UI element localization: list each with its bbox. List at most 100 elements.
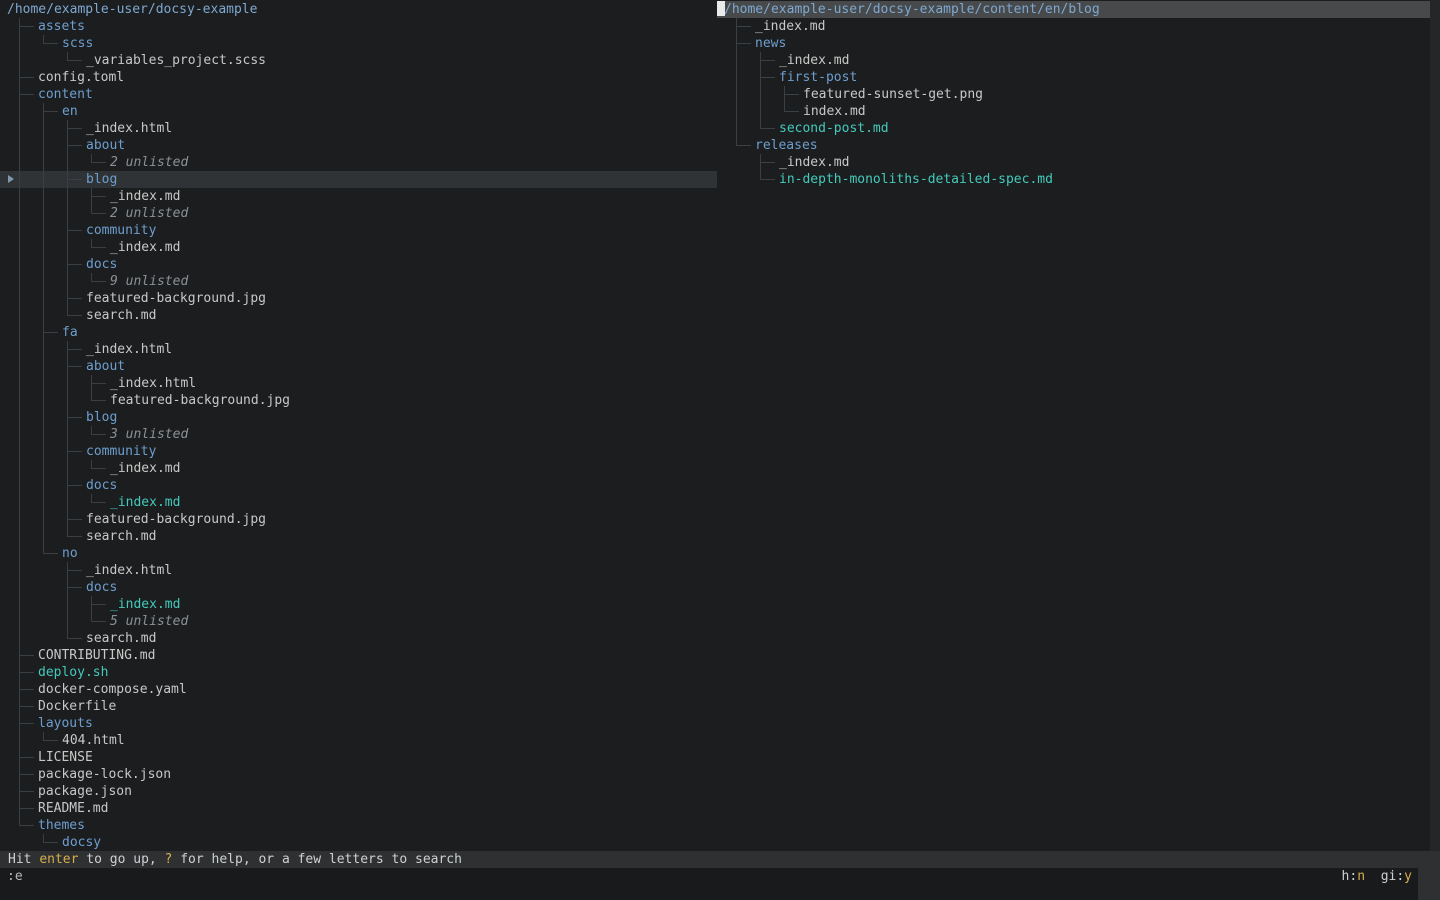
- entry-name: 5 unlisted: [110, 613, 188, 630]
- tree-guide: [20, 825, 34, 826]
- tree-row-unlisted[interactable]: 5 unlisted: [0, 613, 717, 630]
- tree-row[interactable]: _index.md: [0, 239, 717, 256]
- tree-row[interactable]: community: [0, 443, 717, 460]
- tree-guide: [43, 511, 44, 528]
- tree-row[interactable]: in-depth-monoliths-detailed-spec.md: [717, 171, 1440, 188]
- entry-name: search.md: [86, 528, 156, 545]
- tree-row[interactable]: docs: [0, 477, 717, 494]
- tree-row[interactable]: _index.html: [0, 341, 717, 358]
- tree-row[interactable]: _index.md: [0, 460, 717, 477]
- command-input[interactable]: :e h:n gi:y: [0, 868, 1418, 900]
- tree-row[interactable]: config.toml: [0, 69, 717, 86]
- tree-row[interactable]: themes: [0, 817, 717, 834]
- entry-name: no: [62, 545, 78, 562]
- tree-row[interactable]: README.md: [0, 800, 717, 817]
- tree-row[interactable]: _index.html: [0, 562, 717, 579]
- tree-row[interactable]: blog: [0, 171, 717, 188]
- tree-row[interactable]: content: [0, 86, 717, 103]
- tree-row[interactable]: featured-background.jpg: [0, 392, 717, 409]
- entry-name: about: [86, 137, 125, 154]
- tree-guide: [92, 281, 106, 282]
- tree-guide: [92, 621, 106, 622]
- tree-row[interactable]: CONTRIBUTING.md: [0, 647, 717, 664]
- tree-row[interactable]: docs: [0, 579, 717, 596]
- tree-guide: [67, 154, 68, 171]
- tree-row[interactable]: layouts: [0, 715, 717, 732]
- tree-row[interactable]: _index.html: [0, 375, 717, 392]
- tree-guide: [19, 579, 20, 596]
- tree-row[interactable]: docker-compose.yaml: [0, 681, 717, 698]
- tree-guide: [20, 77, 34, 78]
- entry-name: releases: [755, 137, 818, 154]
- tree-guide: [736, 103, 737, 120]
- tree-row[interactable]: _variables_project.scss: [0, 52, 717, 69]
- tree-guide: [67, 375, 68, 392]
- panel-root-path[interactable]: /home/example-user/docsy-example: [0, 1, 717, 18]
- tree-row[interactable]: _index.md: [0, 494, 717, 511]
- tree-row[interactable]: second-post.md: [717, 120, 1440, 137]
- tree-row[interactable]: assets: [0, 18, 717, 35]
- tree-guide: [19, 460, 20, 477]
- panel-root-path-active[interactable]: /home/example-user/docsy-example/content…: [717, 1, 1430, 18]
- tree-row[interactable]: search.md: [0, 528, 717, 545]
- tree-guide: [92, 213, 106, 214]
- tree-row[interactable]: index.md: [717, 103, 1440, 120]
- tree-row-unlisted[interactable]: 2 unlisted: [0, 205, 717, 222]
- tree-guide: [20, 808, 34, 809]
- tree-row[interactable]: _index.md: [717, 52, 1440, 69]
- tree-row[interactable]: 404.html: [0, 732, 717, 749]
- entry-name: scss: [62, 35, 93, 52]
- tree-guide: [736, 69, 737, 86]
- tree-row[interactable]: fa: [0, 324, 717, 341]
- tree-row[interactable]: docs: [0, 256, 717, 273]
- tree-row[interactable]: first-post: [717, 69, 1440, 86]
- entry-name: assets: [38, 18, 85, 35]
- tree-row[interactable]: featured-background.jpg: [0, 290, 717, 307]
- tree-row[interactable]: _index.md: [0, 596, 717, 613]
- tree-row-unlisted[interactable]: 3 unlisted: [0, 426, 717, 443]
- tree-row[interactable]: news: [717, 35, 1440, 52]
- tree-row[interactable]: _index.md: [0, 188, 717, 205]
- tree-row[interactable]: search.md: [0, 630, 717, 647]
- tree-guide: [761, 128, 775, 129]
- tree-row[interactable]: releases: [717, 137, 1440, 154]
- tree-guide: [92, 196, 106, 197]
- entry-name: featured-background.jpg: [86, 511, 266, 528]
- tree-row[interactable]: package-lock.json: [0, 766, 717, 783]
- tree-row[interactable]: featured-background.jpg: [0, 511, 717, 528]
- tree-row[interactable]: _index.md: [717, 18, 1440, 35]
- tree-guide: [67, 613, 68, 630]
- entry-name: docs: [86, 579, 117, 596]
- tree-row[interactable]: search.md: [0, 307, 717, 324]
- tree-row[interactable]: no: [0, 545, 717, 562]
- tree-row[interactable]: blog: [0, 409, 717, 426]
- tree-row[interactable]: _index.html: [0, 120, 717, 137]
- tree-guide: [19, 477, 20, 494]
- mode-flags: h:n gi:y: [1342, 868, 1412, 885]
- tree-row[interactable]: community: [0, 222, 717, 239]
- tree-row[interactable]: _index.md: [717, 154, 1440, 171]
- tree-row-unlisted[interactable]: 9 unlisted: [0, 273, 717, 290]
- tree-guide: [20, 672, 34, 673]
- tree-row[interactable]: docsy: [0, 834, 717, 851]
- entry-name: first-post: [779, 69, 857, 86]
- tree-guide: [19, 154, 20, 171]
- tree-guide: [68, 128, 82, 129]
- tree-row[interactable]: LICENSE: [0, 749, 717, 766]
- tree-row[interactable]: Dockerfile: [0, 698, 717, 715]
- tree-row[interactable]: en: [0, 103, 717, 120]
- tree-guide: [68, 264, 82, 265]
- tree-row[interactable]: deploy.sh: [0, 664, 717, 681]
- tree-row[interactable]: about: [0, 137, 717, 154]
- tree-row[interactable]: about: [0, 358, 717, 375]
- tree-guide: [68, 451, 82, 452]
- tree-guide: [20, 723, 34, 724]
- tree-guide: [67, 494, 68, 511]
- tree-row[interactable]: package.json: [0, 783, 717, 800]
- tree-row[interactable]: featured-sunset-get.png: [717, 86, 1440, 103]
- tree-guide: [19, 392, 20, 409]
- tree-guide: [19, 613, 20, 630]
- tree-row[interactable]: scss: [0, 35, 717, 52]
- tree-row-unlisted[interactable]: 2 unlisted: [0, 154, 717, 171]
- tree-right: _index.mdnews_index.mdfirst-postfeatured…: [717, 18, 1440, 188]
